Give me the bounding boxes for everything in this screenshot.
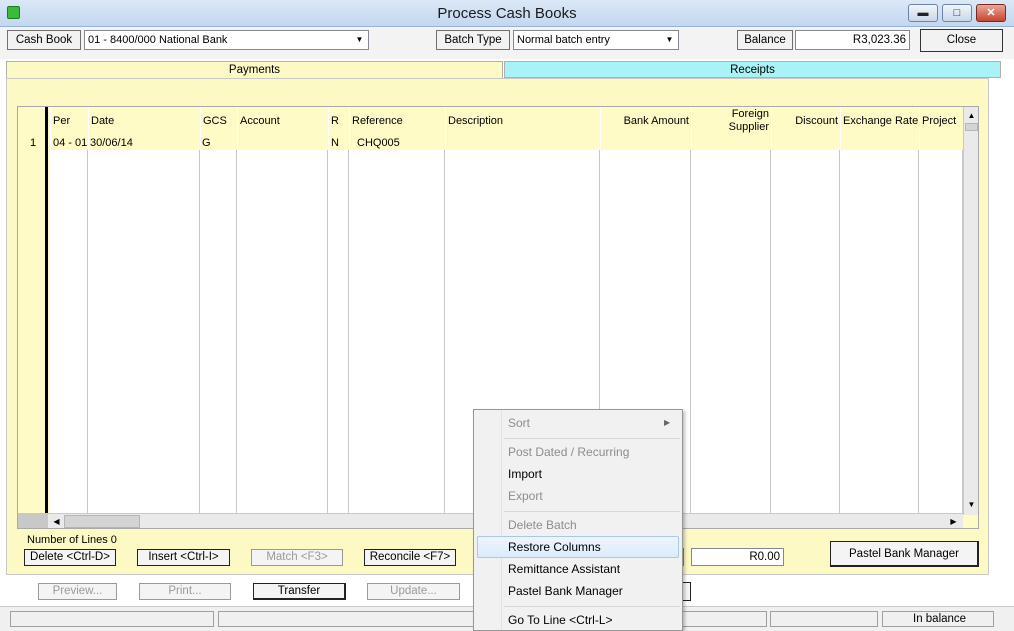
row-per[interactable]: 04 - 01 — [53, 137, 87, 149]
close-button[interactable]: Close — [920, 29, 1003, 52]
project-column — [919, 107, 963, 515]
account-header[interactable]: Account — [238, 107, 328, 150]
tab-receipts-label: Receipts — [730, 64, 775, 76]
foreign-supplier-header[interactable]: Foreign Supplier — [692, 107, 771, 150]
preview-button[interactable]: Preview... — [38, 583, 117, 600]
balance-button[interactable]: Balance — [737, 30, 793, 50]
in-balance-status: In balance — [882, 611, 994, 627]
balance-field: R3,023.36 — [795, 30, 910, 50]
menu-item-remittance-assistant[interactable]: Remittance Assistant — [508, 562, 620, 576]
reconcile-button[interactable]: Reconcile <F7> — [364, 549, 456, 566]
scroll-down-icon[interactable]: ▼ — [965, 498, 978, 511]
menu-separator — [504, 511, 680, 512]
menu-item-delete-batch[interactable]: Delete Batch — [508, 518, 577, 532]
discount-column — [771, 107, 840, 515]
batch-type-value: Normal batch entry — [517, 34, 610, 46]
vertical-scrollbar[interactable]: ▲ ▼ — [963, 107, 978, 515]
menu-item-import[interactable]: Import — [508, 467, 542, 481]
date-column — [88, 107, 200, 515]
scroll-right-icon[interactable]: ▶ — [947, 515, 960, 528]
match-button[interactable]: Match <F3> — [251, 549, 343, 566]
row-r[interactable]: N — [331, 137, 339, 149]
foreign-supplier-column — [691, 107, 771, 515]
row-line-number: 1 — [30, 137, 37, 149]
row-date[interactable]: 30/06/14 — [90, 137, 133, 149]
chevron-down-icon: ▼ — [665, 35, 674, 44]
foreign-supplier-header-line2: Supplier — [728, 121, 769, 133]
per-column — [50, 107, 88, 515]
print-button[interactable]: Print... — [139, 583, 231, 600]
cash-book-value: 01 - 8400/000 National Bank — [88, 34, 228, 46]
batch-type-button[interactable]: Batch Type — [436, 30, 510, 50]
update-button[interactable]: Update... — [367, 583, 460, 600]
scroll-left-icon[interactable]: ◀ — [50, 515, 63, 528]
gcs-column — [200, 107, 237, 515]
menu-separator — [504, 438, 680, 439]
foreign-supplier-header-line1: Foreign — [731, 108, 769, 120]
insert-button[interactable]: Insert <Ctrl-I> — [137, 549, 230, 566]
tab-payments-label: Payments — [228, 64, 281, 76]
submenu-arrow-icon: ▶ — [664, 418, 671, 427]
description-header[interactable]: Description — [446, 107, 600, 150]
menu-item-pastel-bank-manager[interactable]: Pastel Bank Manager — [508, 584, 623, 598]
exchange-rate-column — [840, 107, 919, 515]
window-title: Process Cash Books — [437, 5, 577, 22]
minimize-button[interactable]: ▬ — [908, 4, 938, 22]
bank-amount-header[interactable]: Bank Amount — [601, 107, 691, 150]
context-menu: Sort ▶ Post Dated / Recurring Import Exp… — [473, 409, 683, 631]
status-panel-2 — [218, 611, 478, 627]
row-gcs[interactable]: G — [202, 137, 211, 149]
status-panel-4 — [770, 611, 878, 627]
menu-item-post-dated[interactable]: Post Dated / Recurring — [508, 445, 629, 459]
title-bar: Process Cash Books ▬ □ ✕ — [0, 0, 1014, 27]
exchange-rate-header[interactable]: Exchange Rate — [841, 107, 919, 150]
menu-item-restore-columns[interactable]: Restore Columns — [508, 540, 601, 554]
tab-payments[interactable]: Payments — [6, 61, 503, 78]
transfer-button[interactable]: Transfer — [253, 583, 346, 600]
total-field: R0.00 — [691, 548, 784, 566]
cash-book-button[interactable]: Cash Book — [7, 30, 81, 50]
vertical-scroll-thumb[interactable] — [965, 123, 978, 131]
reference-column — [349, 107, 445, 515]
menu-item-go-to-line[interactable]: Go To Line <Ctrl-L> — [508, 613, 613, 627]
scroll-corner — [18, 514, 48, 528]
tab-strip: Payments Receipts — [6, 61, 1001, 78]
r-column — [328, 107, 349, 515]
row-reference[interactable]: CHQ005 — [357, 137, 400, 149]
menu-item-export[interactable]: Export — [508, 489, 543, 503]
pastel-bank-manager-button[interactable]: Pastel Bank Manager — [830, 541, 979, 567]
number-of-lines-label: Number of Lines 0 — [27, 534, 117, 546]
tab-receipts[interactable]: Receipts — [504, 61, 1001, 78]
account-column — [237, 107, 328, 515]
status-panel-3 — [682, 611, 767, 627]
menu-icon-column — [474, 410, 502, 630]
discount-header[interactable]: Discount — [772, 107, 840, 150]
scroll-up-icon[interactable]: ▲ — [965, 109, 978, 122]
project-header[interactable]: Project — [920, 107, 963, 150]
chevron-down-icon: ▼ — [355, 35, 364, 44]
delete-button[interactable]: Delete <Ctrl-D> — [24, 549, 116, 566]
close-window-button[interactable]: ✕ — [976, 4, 1006, 22]
line-number-column — [18, 107, 48, 515]
maximize-button[interactable]: □ — [942, 4, 972, 22]
cash-book-select[interactable]: 01 - 8400/000 National Bank ▼ — [84, 30, 369, 50]
batch-type-select[interactable]: Normal batch entry ▼ — [513, 30, 679, 50]
menu-item-sort[interactable]: Sort — [508, 416, 530, 430]
status-panel-1 — [10, 611, 214, 627]
menu-separator — [504, 606, 680, 607]
horizontal-scroll-thumb[interactable] — [64, 515, 140, 528]
